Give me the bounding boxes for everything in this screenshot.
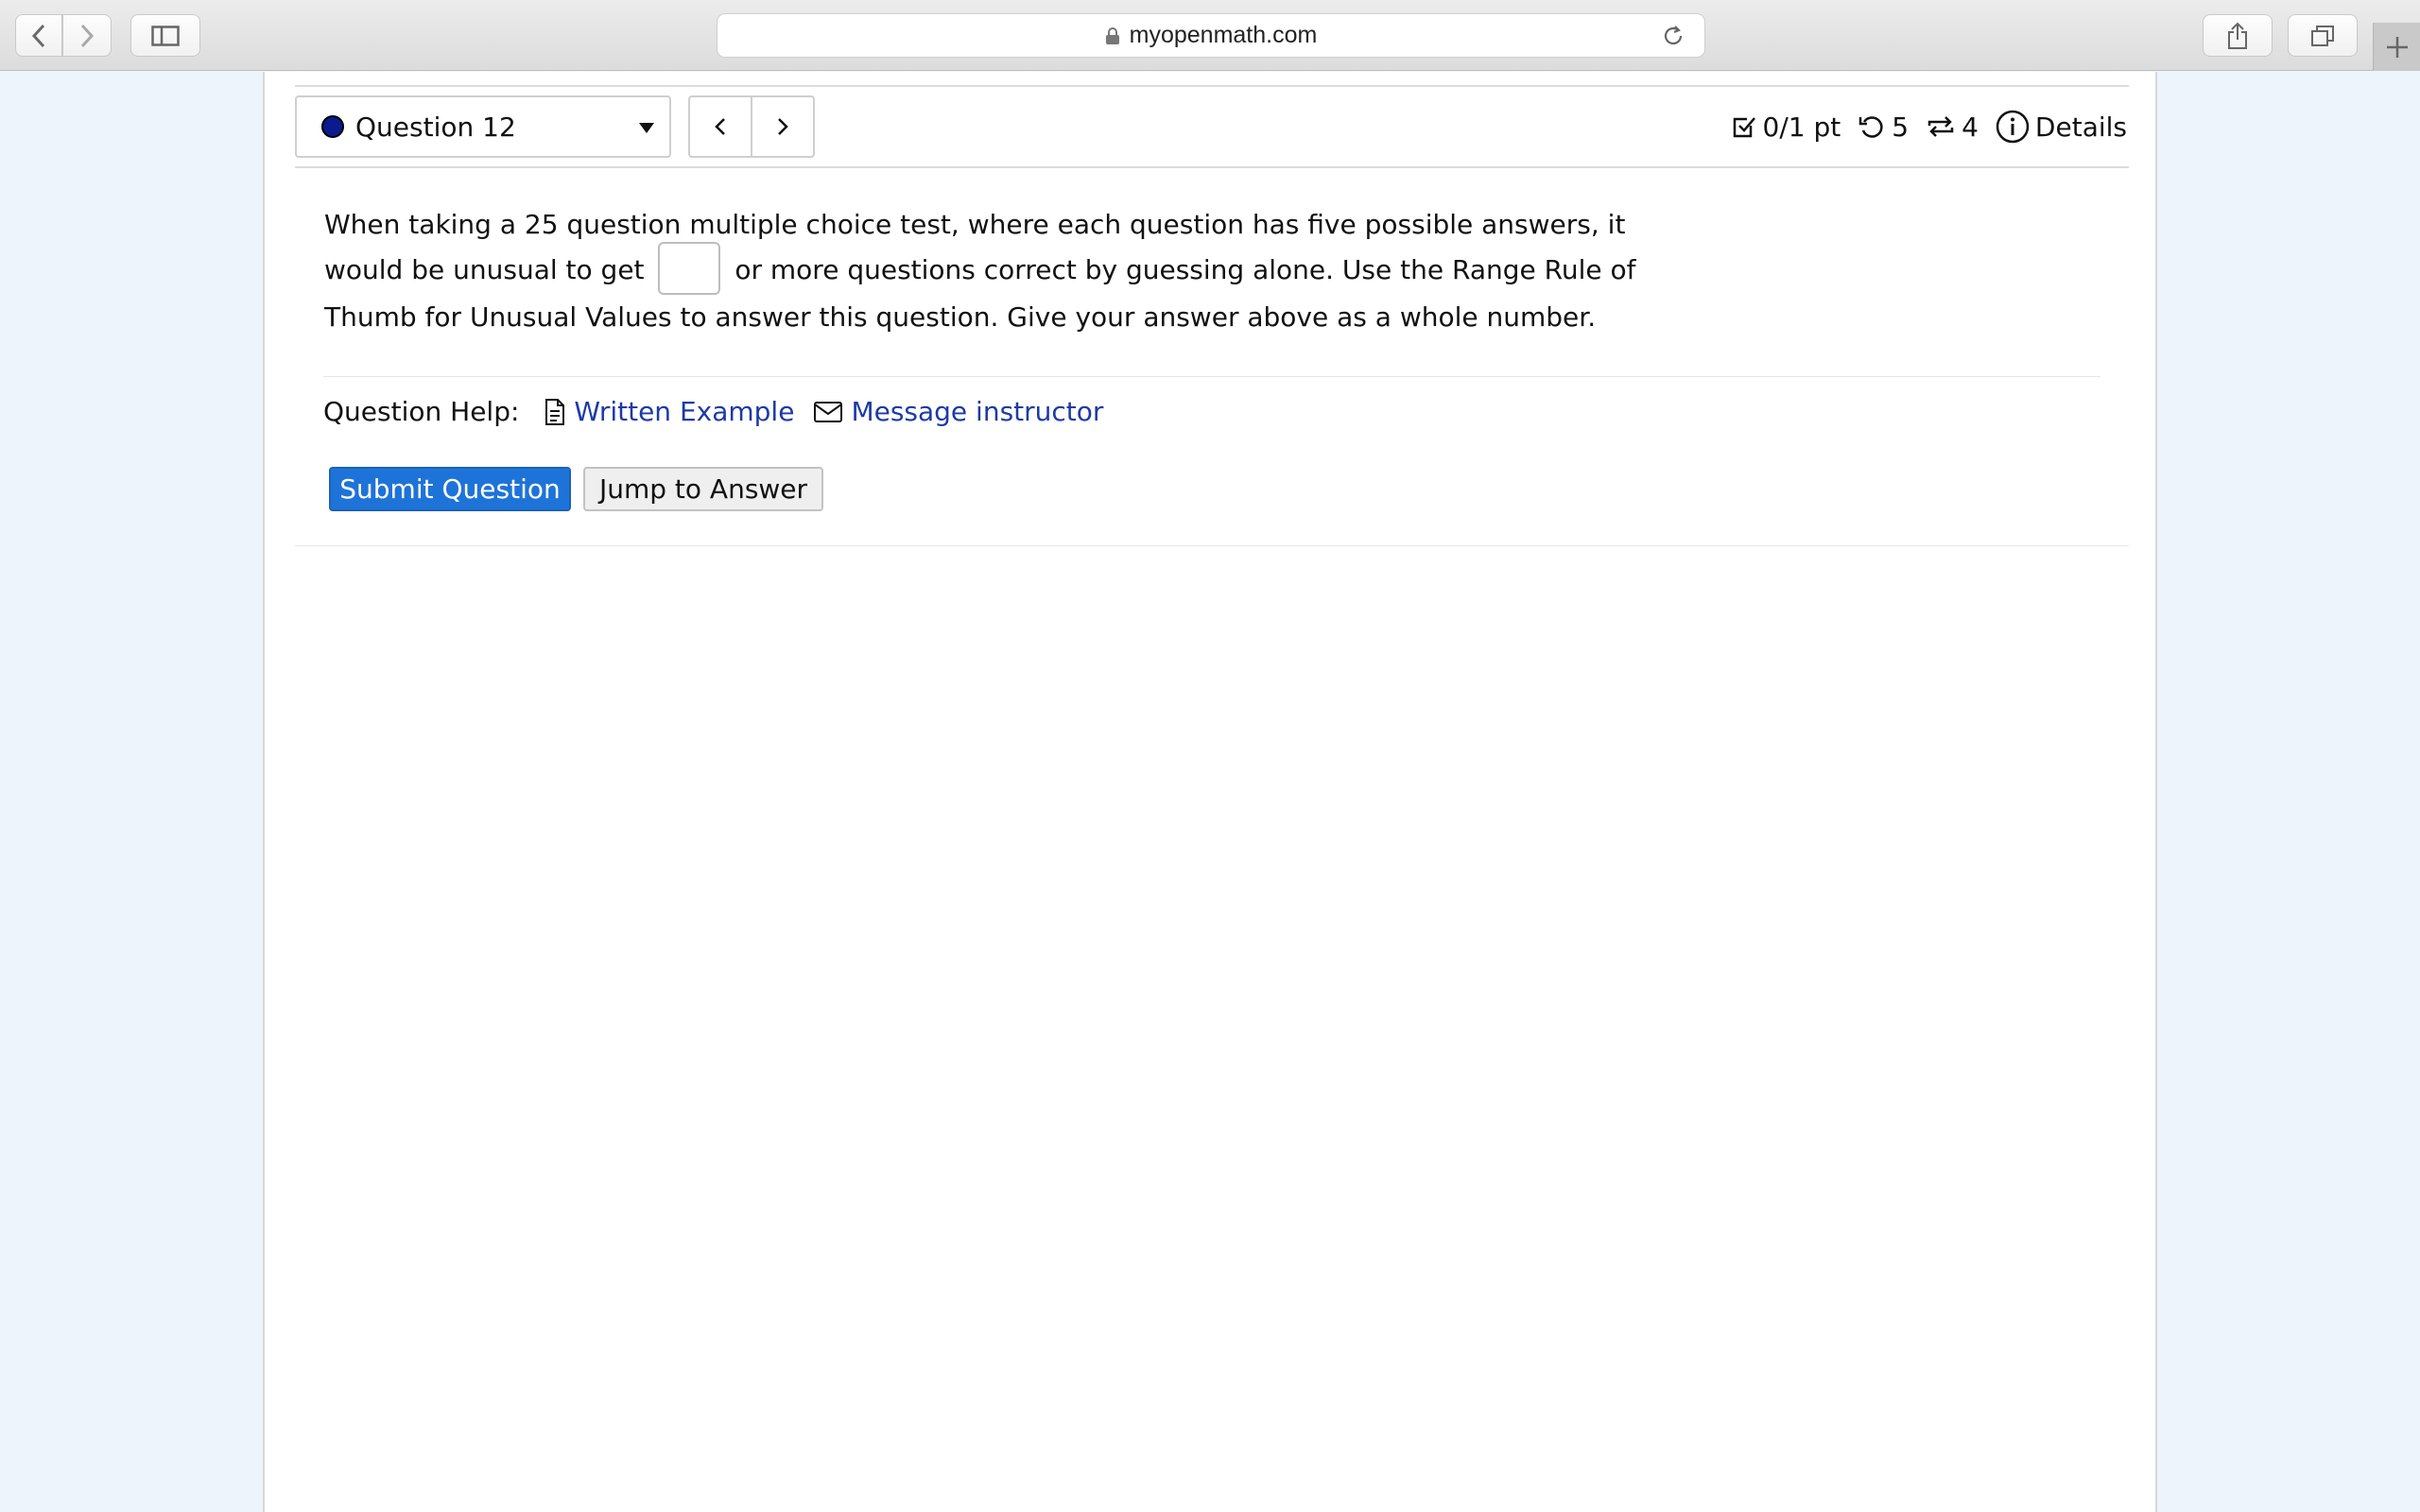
forward-button[interactable] <box>62 14 112 57</box>
caret-down-icon <box>639 123 654 133</box>
chevron-left-icon <box>31 24 45 47</box>
score-text: 0/1 pt <box>1762 111 1841 143</box>
message-instructor-label: Message instructor <box>851 396 1104 427</box>
lock-icon <box>1105 26 1119 44</box>
chevron-left-icon <box>715 118 725 135</box>
reload-icon[interactable] <box>1661 24 1685 48</box>
divider <box>295 545 2129 546</box>
message-instructor-link[interactable]: Message instructor <box>813 396 1103 427</box>
question-stats: 0/1 pt 5 4 Details <box>1714 108 2127 146</box>
question-help-label: Question Help: <box>323 396 520 427</box>
retries-text: 5 <box>1892 111 1910 143</box>
question-status-dot <box>321 115 344 138</box>
question-text: When taking a 25 question multiple choic… <box>324 202 1667 340</box>
question-select-label: Question 12 <box>355 111 516 143</box>
share-icon <box>2228 22 2247 49</box>
share-button[interactable] <box>2203 14 2273 57</box>
regens-text: 4 <box>1962 111 1979 143</box>
assessment-page: Question 12 0/1 pt 5 4 Details When taki… <box>263 72 2157 1512</box>
chevron-right-icon <box>80 24 95 47</box>
details-text: Details <box>2034 111 2127 143</box>
browser-toolbar: myopenmath.com <box>0 0 2420 71</box>
sidebar-icon <box>151 25 180 46</box>
tabs-icon <box>2311 25 2334 46</box>
address-bar[interactable]: myopenmath.com <box>717 13 1705 58</box>
divider <box>323 376 2100 377</box>
tabs-button[interactable] <box>2288 14 2358 57</box>
details-button[interactable]: Details <box>1996 110 2127 144</box>
retry-icon <box>1859 116 1883 138</box>
divider <box>295 166 2129 168</box>
regens-stat: 4 <box>1926 112 1979 143</box>
next-question-button[interactable] <box>751 95 815 158</box>
new-tab-button[interactable] <box>2373 23 2420 71</box>
checkbox-icon <box>1733 117 1755 138</box>
info-icon <box>1996 110 2030 144</box>
divider <box>295 85 2129 87</box>
plus-icon <box>2386 36 2408 58</box>
answer-input[interactable] <box>658 242 721 295</box>
envelope-icon <box>814 401 843 422</box>
regenerate-icon <box>1927 116 1954 137</box>
score-stat: 0/1 pt <box>1731 112 1841 143</box>
document-icon <box>545 398 565 425</box>
previous-question-button[interactable] <box>688 95 752 158</box>
jump-to-answer-button[interactable]: Jump to Answer <box>583 467 823 511</box>
written-example-label: Written Example <box>574 396 795 427</box>
question-select[interactable]: Question 12 <box>295 95 671 158</box>
sidebar-button[interactable] <box>130 14 200 57</box>
retries-stat: 5 <box>1858 112 1909 143</box>
chevron-right-icon <box>778 118 788 135</box>
back-button[interactable] <box>15 14 62 57</box>
submit-question-button[interactable]: Submit Question <box>329 467 571 511</box>
url-text: myopenmath.com <box>1129 22 1318 48</box>
written-example-link[interactable]: Written Example <box>544 396 794 427</box>
question-help: Question Help: Written Example Message i… <box>323 396 1122 427</box>
